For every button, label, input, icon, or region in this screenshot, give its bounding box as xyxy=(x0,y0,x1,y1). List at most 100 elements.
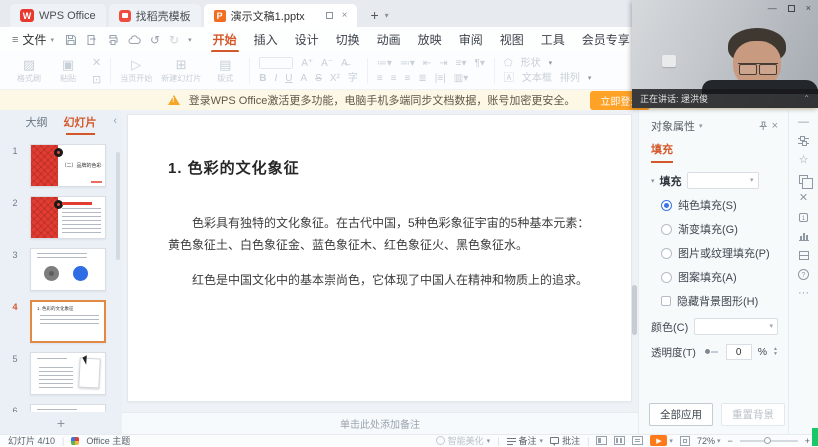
tab-wps-office[interactable]: W WPS Office xyxy=(10,4,106,27)
file-menu-button[interactable]: ≡ 文件 ▾ xyxy=(12,31,54,48)
columns-icon[interactable]: ▥▾ xyxy=(454,73,468,84)
sidebar-scrollbar[interactable] xyxy=(116,152,120,260)
menu-item-member[interactable]: 会员专享 xyxy=(580,27,632,52)
collapse-panel-icon[interactable]: ‹ xyxy=(113,115,117,127)
new-slide-button[interactable]: ⊞ 新建幻灯片 xyxy=(161,58,201,84)
notes-bar[interactable]: 单击此处添加备注 xyxy=(122,412,638,434)
chart-icon[interactable] xyxy=(799,231,809,242)
add-slide-button[interactable]: + xyxy=(0,414,122,434)
justify-icon[interactable]: ≣ xyxy=(418,73,426,84)
font-size-down-icon[interactable]: A⁻ xyxy=(321,58,333,69)
superscript-button[interactable]: X² xyxy=(330,73,340,84)
slide-3-thumbnail[interactable] xyxy=(30,248,106,291)
menu-item-review[interactable]: 审阅 xyxy=(457,27,485,52)
font-color-button[interactable]: A xyxy=(300,73,307,84)
color-dropdown[interactable] xyxy=(694,318,778,335)
bullet-list-icon[interactable]: ≔▾ xyxy=(377,58,392,69)
resource-icon[interactable]: 1 xyxy=(799,212,808,223)
text-direction-icon[interactable]: ¶▾ xyxy=(475,58,485,69)
tab-outline[interactable]: 大纲 xyxy=(26,114,48,130)
tab-split-icon[interactable] xyxy=(326,12,333,19)
bold-button[interactable]: B xyxy=(259,73,266,84)
menu-item-animation[interactable]: 动画 xyxy=(375,27,403,52)
number-list-icon[interactable]: ≕▾ xyxy=(400,58,415,69)
layers-icon[interactable] xyxy=(799,174,808,185)
transparency-slider[interactable] xyxy=(704,351,718,353)
current-slide[interactable]: 1. 色彩的文化象征 色彩具有独特的文化象征。在古代中国，5种色彩象征宇宙的5种… xyxy=(128,115,631,401)
slide-layout-button[interactable]: ▤ 版式 xyxy=(210,58,240,84)
fill-preset-dropdown[interactable] xyxy=(687,172,759,189)
arrange-button[interactable]: 排列 xyxy=(560,73,580,84)
copy-icon[interactable]: ⊡ xyxy=(92,73,101,86)
slide-editing-canvas[interactable]: 1. 色彩的文化象征 色彩具有独特的文化象征。在古代中国，5种色彩象征宇宙的5种… xyxy=(122,110,638,412)
italic-button[interactable]: I xyxy=(274,73,277,84)
tab-slides[interactable]: 幻灯片 xyxy=(64,114,97,130)
indent-decrease-icon[interactable]: ⇤ xyxy=(423,58,431,69)
minimize-icon[interactable]: — xyxy=(768,3,777,13)
close-panel-icon[interactable]: × xyxy=(772,120,778,132)
fit-to-window-icon[interactable] xyxy=(680,436,690,446)
smart-layout-icon[interactable] xyxy=(799,250,809,261)
object-properties-icon[interactable] xyxy=(798,136,809,147)
tab-list-dropdown-icon[interactable]: ▾ xyxy=(385,11,389,20)
fill-option-picture-texture[interactable]: 图片或纹理填充(P) xyxy=(639,241,788,265)
slide-body-text[interactable]: 色彩具有独特的文化象征。在古代中国，5种色彩象征宇宙的5种基本元素：黄色象征土、… xyxy=(168,212,593,292)
zoom-out-button[interactable]: − xyxy=(727,436,732,446)
fill-option-gradient[interactable]: 渐变填充(G) xyxy=(639,217,788,241)
pin-icon[interactable] xyxy=(758,121,768,131)
format-painter-button[interactable]: ▨ 格式刷 xyxy=(14,58,44,84)
new-tab-button[interactable]: + xyxy=(370,7,378,23)
redo-icon[interactable]: ↻ xyxy=(169,33,179,47)
menu-item-view[interactable]: 视图 xyxy=(498,27,526,52)
slider-knob[interactable] xyxy=(704,348,711,355)
undo-icon[interactable]: ↺ xyxy=(150,33,160,47)
align-center-icon[interactable]: ≡ xyxy=(391,73,397,84)
hide-background-checkbox[interactable]: 隐藏背景图形(H) xyxy=(639,289,788,313)
textbox-button[interactable]: 文本框 xyxy=(522,73,552,84)
slide-sorter-view-icon[interactable] xyxy=(614,436,625,445)
slideshow-button[interactable]: ▶ ▾ xyxy=(650,435,673,446)
paste-button[interactable]: ▣ 粘贴 xyxy=(53,58,83,84)
slide-title[interactable]: 1. 色彩的文化象征 xyxy=(168,157,300,178)
indent-increase-icon[interactable]: ⇥ xyxy=(439,58,447,69)
help-icon[interactable]: ? xyxy=(798,269,809,280)
reading-view-icon[interactable] xyxy=(632,436,643,445)
zoom-level-button[interactable]: 72% ▾ xyxy=(697,436,721,446)
comments-button[interactable]: 批注 xyxy=(550,434,580,447)
tab-presentation-document[interactable]: P 演示文稿1.pptx × xyxy=(204,4,358,27)
font-name-box[interactable] xyxy=(259,57,293,69)
collapse-caret-icon[interactable]: ⌃ xyxy=(803,94,810,103)
align-left-icon[interactable]: ≡ xyxy=(377,73,383,84)
favorites-icon[interactable]: ☆ xyxy=(799,155,809,166)
close-icon[interactable]: × xyxy=(806,3,811,13)
zoom-slider-knob[interactable] xyxy=(764,437,771,444)
print-icon[interactable] xyxy=(107,34,119,46)
maximize-icon[interactable] xyxy=(788,5,795,12)
underline-button[interactable]: U xyxy=(285,73,292,84)
line-spacing-icon[interactable]: ≡▾ xyxy=(456,58,467,69)
strikethrough-button[interactable]: S xyxy=(315,73,322,84)
notes-toggle-button[interactable]: 备注 ▾ xyxy=(507,434,544,447)
fill-tab[interactable]: 填充 xyxy=(651,141,673,163)
transparency-value-input[interactable]: 0 xyxy=(726,344,752,360)
menu-item-insert[interactable]: 插入 xyxy=(252,27,280,52)
slide-6-thumbnail[interactable] xyxy=(30,404,106,412)
normal-view-icon[interactable] xyxy=(596,436,607,445)
stepper-icons[interactable]: ▲▼ xyxy=(773,347,778,357)
fill-option-solid[interactable]: 纯色填充(S) xyxy=(639,193,788,217)
apply-all-button[interactable]: 全部应用 xyxy=(649,403,713,426)
shape-button[interactable]: 形状 xyxy=(521,58,541,69)
output-icon[interactable] xyxy=(86,34,98,46)
meeting-video-overlay[interactable]: — × 正在讲话: 逯洪俊 ⌃ xyxy=(632,0,818,108)
customize-toolbar-icon[interactable]: ▾ xyxy=(188,36,192,44)
menu-item-transition[interactable]: 切换 xyxy=(334,27,362,52)
menu-item-home[interactable]: 开始 xyxy=(211,27,239,52)
menu-item-slideshow[interactable]: 放映 xyxy=(416,27,444,52)
cloud-sync-icon[interactable] xyxy=(128,34,141,46)
smart-beautify-button[interactable]: 智能美化 ▾ xyxy=(436,434,491,447)
align-right-icon[interactable]: ≡ xyxy=(405,73,411,84)
fill-option-pattern[interactable]: 图案填充(A) xyxy=(639,265,788,289)
slide-2-thumbnail[interactable] xyxy=(30,196,106,239)
slide-4-thumbnail-selected[interactable]: 1. 色彩的文化象征 xyxy=(30,300,106,343)
font-size-up-icon[interactable]: A⁺ xyxy=(301,58,313,69)
